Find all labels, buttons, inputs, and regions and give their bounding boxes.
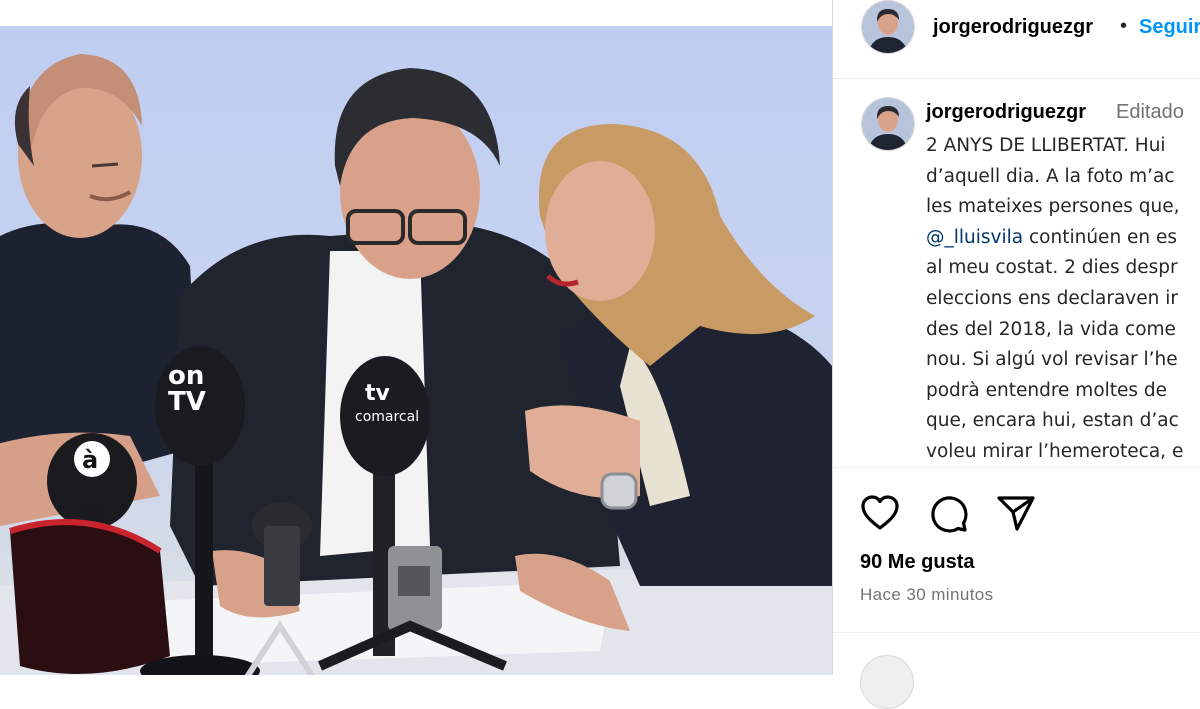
post-photo[interactable]: on TV tv comarcal à — [0, 26, 832, 675]
avatar[interactable] — [861, 0, 915, 54]
caption-username[interactable]: jorgerodriguezgr — [926, 101, 1086, 124]
caption-line: nou. Si algú vol revisar l’he — [926, 349, 1178, 371]
post-timestamp[interactable]: Hace 30 minutos — [860, 585, 994, 605]
header-username[interactable]: jorgerodriguezgr — [933, 16, 1093, 39]
caption-line: al meu costat. 2 dies despr — [926, 257, 1178, 279]
like-button[interactable] — [860, 493, 900, 533]
share-button[interactable] — [996, 493, 1036, 533]
svg-text:TV: TV — [168, 387, 206, 417]
svg-text:à: à — [82, 446, 98, 474]
heart-icon — [861, 495, 899, 530]
follow-button[interactable]: Seguir — [1139, 16, 1200, 39]
caption-line: que, encara hui, estan d’ac — [926, 410, 1179, 432]
svg-text:tv: tv — [365, 381, 391, 406]
comment-button[interactable] — [928, 493, 968, 533]
caption-line: des del 2018, la vida come — [926, 318, 1176, 340]
caption-line: @_lluisvila continúen en es — [926, 223, 1183, 254]
share-icon — [997, 496, 1035, 531]
divider — [833, 467, 1200, 468]
caption-area: jorgerodriguezgr Editado 2 ANYS DE LLIBE… — [833, 79, 1200, 467]
caption-line: podrà entendre moltes de — [926, 379, 1168, 401]
avatar-portrait-icon — [862, 1, 914, 53]
likes-count[interactable]: 90 Me gusta — [860, 551, 974, 574]
svg-text:comarcal: comarcal — [355, 409, 419, 425]
post-header: jorgerodriguezgr • Seguir — [833, 0, 1200, 79]
photo-panel: on TV tv comarcal à — [0, 0, 832, 675]
mention-link[interactable]: @_lluisvila — [926, 227, 1023, 248]
caption-text: 2 ANYS DE LLIBERTAT. Hui d’aquell dia. A… — [926, 131, 1183, 467]
caption-line: les mateixes persones que, — [926, 196, 1180, 218]
edited-label: Editado — [1116, 101, 1184, 123]
divider — [833, 632, 1200, 633]
caption-line: eleccions ens declaraven ir — [926, 287, 1178, 309]
avatar-portrait-icon — [862, 98, 914, 150]
comment-avatar — [860, 655, 914, 709]
caption-avatar[interactable] — [861, 97, 915, 151]
photo-illustration: on TV tv comarcal à — [0, 54, 832, 675]
caption-line: d’aquell dia. A la foto m’ac — [926, 165, 1175, 187]
caption-line: 2 ANYS DE LLIBERTAT. Hui — [926, 135, 1166, 156]
caption-line: voleu mirar l’hemeroteca, e — [926, 440, 1184, 462]
separator-dot: • — [1120, 15, 1128, 37]
caption-line-text: continúen en es — [1029, 226, 1178, 248]
comment-icon — [931, 496, 968, 533]
